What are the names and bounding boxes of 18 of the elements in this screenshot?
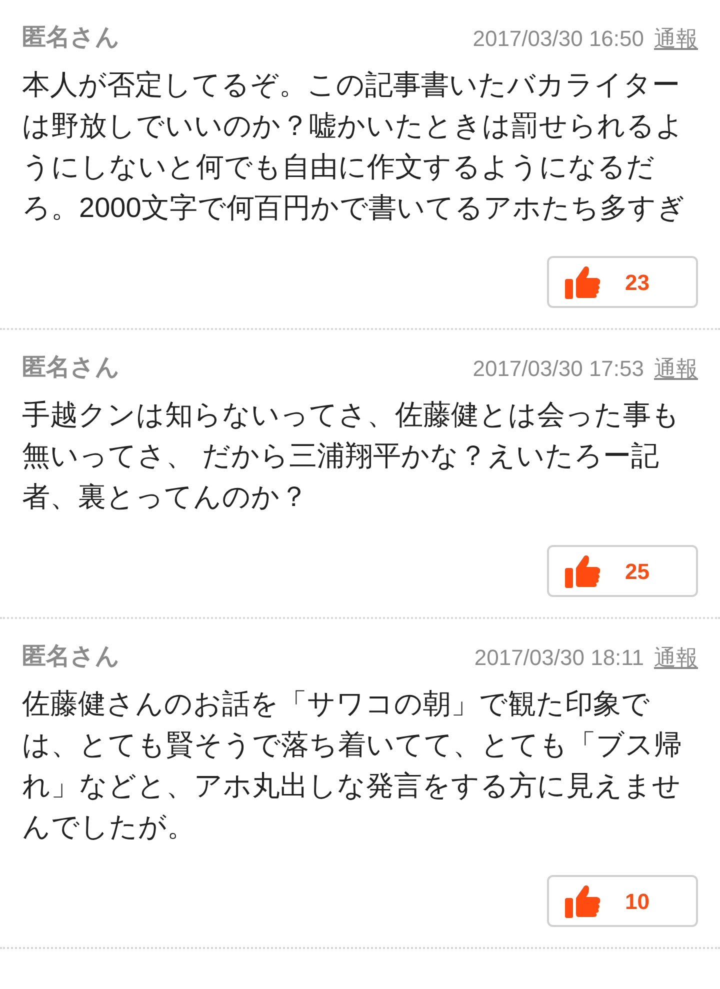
comment-text: 手越クンは知らないってさ、佐藤健とは会った事も無いってさ、 だから三浦翔平かな？えいたろー記者、裏とってんのか？ <box>22 398 681 514</box>
like-button[interactable]: 10 <box>547 875 698 927</box>
report-link[interactable]: 通報 <box>654 640 698 674</box>
thumbs-up-icon <box>565 265 601 299</box>
comment-text: 本人が否定してるぞ。この記事書いたバカライターは野放しでいいのか？嘘かいたときは罰せられるようにしないと何でも自由に作文するようになるだろ。2000文字で何百円かで書いてるアホたち多すぎ <box>22 68 686 225</box>
like-button[interactable]: 25 <box>547 545 698 597</box>
post-time: 2017/03/30 17:53 <box>472 354 644 382</box>
report-link[interactable]: 通報 <box>654 352 698 384</box>
author-name: 匿名さん <box>22 23 120 53</box>
post-time: 2017/03/30 16:50 <box>472 24 644 52</box>
comment-text: 佐藤健さんのお話を「サワコの朝」で観た印象では、とても賢そうで落ち着いてて、とても「ブス帰れ」などと、アホ丸出しな発言をする方に見えませんでしたが。 <box>22 687 683 844</box>
post-time: 2017/03/30 18:11 <box>474 644 644 672</box>
like-button[interactable]: 23 <box>547 256 698 308</box>
author-name: 匿名さん <box>22 642 120 672</box>
author-name: 匿名さん <box>22 353 120 383</box>
report-link[interactable]: 通報 <box>654 22 698 54</box>
thumbs-up-icon <box>565 554 601 588</box>
thumbs-up-icon <box>565 884 601 918</box>
